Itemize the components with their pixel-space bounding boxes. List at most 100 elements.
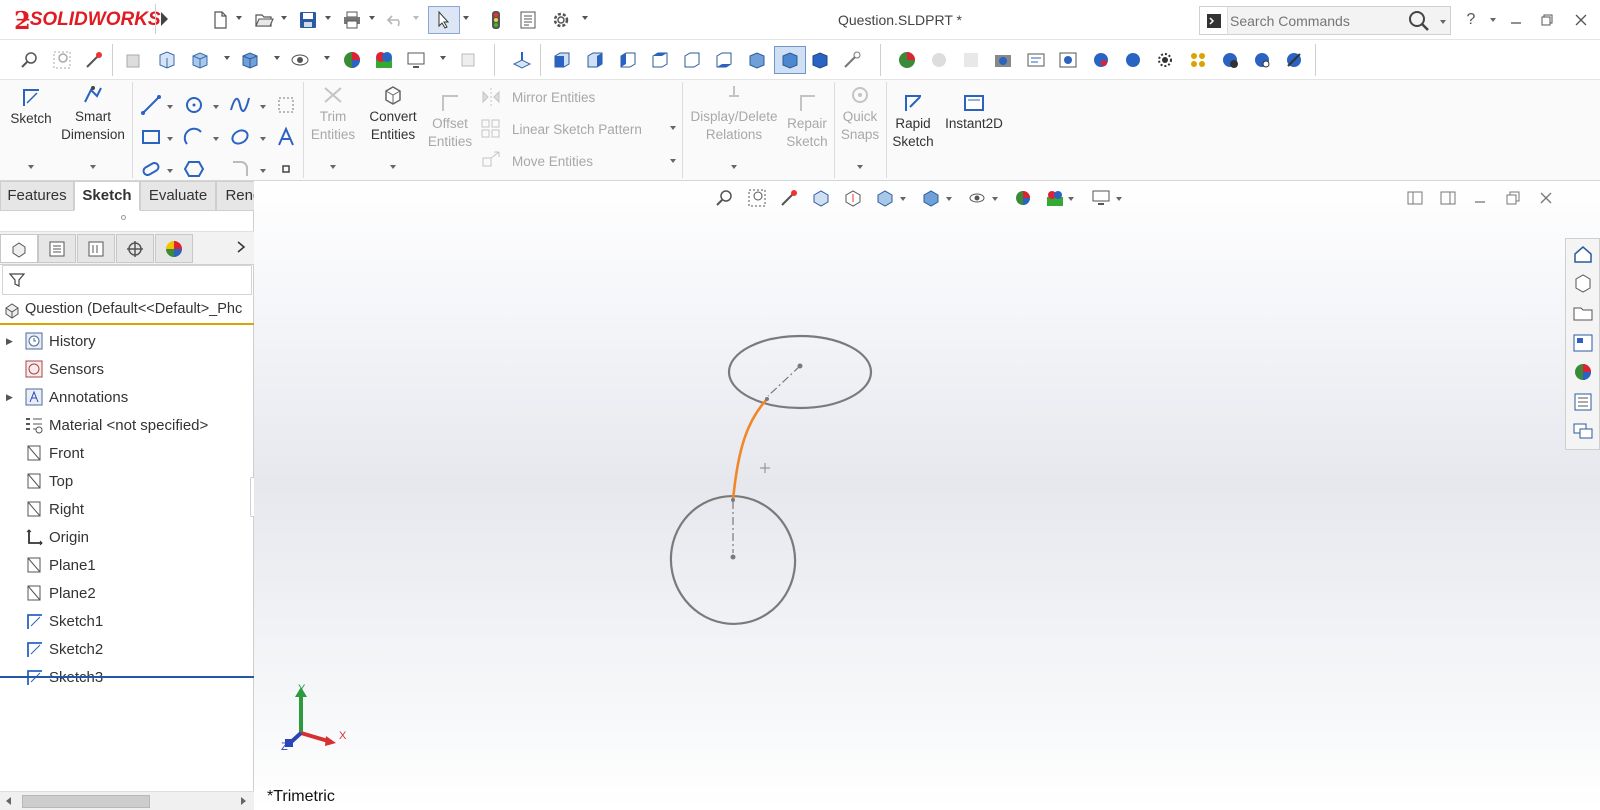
appearance-ball-icon[interactable]	[895, 48, 919, 72]
zoom-to-area-icon[interactable]	[50, 48, 74, 72]
text-icon[interactable]	[275, 126, 297, 148]
tab-evaluate[interactable]: Evaluate	[140, 181, 216, 211]
tree-node-sensors[interactable]: Sensors	[0, 355, 254, 383]
rectangle-dropdown-icon[interactable]	[167, 137, 173, 141]
view-orientation-icon[interactable]	[188, 48, 212, 72]
view-top-icon[interactable]	[680, 48, 704, 72]
apply-scene-icon[interactable]	[372, 48, 396, 72]
close-icon[interactable]	[1571, 10, 1591, 30]
lower-center-point[interactable]	[730, 554, 736, 560]
realview-icon[interactable]	[456, 48, 480, 72]
schedule-render-icon[interactable]	[1250, 48, 1274, 72]
render-region-icon[interactable]	[959, 48, 983, 72]
print-dropdown-icon[interactable]	[369, 16, 375, 20]
forum-icon[interactable]	[1572, 420, 1594, 442]
design-library-icon[interactable]	[1572, 272, 1594, 294]
smart-dimension-dropdown-icon[interactable]	[90, 165, 96, 169]
view-front-icon[interactable]	[550, 48, 574, 72]
select-dropdown-icon[interactable]	[463, 16, 469, 20]
panel-grip-icon[interactable]	[121, 215, 126, 220]
arc-dropdown-icon[interactable]	[213, 137, 219, 141]
options-dropdown-icon[interactable]	[582, 16, 588, 20]
tree-node-sketch2[interactable]: Sketch2	[0, 635, 254, 663]
expand-arrow-icon[interactable]: ▶	[6, 392, 18, 403]
view-palette-icon[interactable]	[1572, 332, 1594, 354]
arc-icon[interactable]	[183, 126, 205, 148]
property-manager-tab-icon[interactable]	[38, 234, 76, 263]
solidworks-logo[interactable]: ƻ SOLIDWORKS	[14, 4, 161, 36]
display-manager-tab-icon[interactable]	[155, 234, 193, 263]
offset-entities-button[interactable]: Offset Entities	[424, 91, 476, 151]
help-icon[interactable]: ?	[1461, 10, 1481, 30]
dimxpert-manager-tab-icon[interactable]	[116, 234, 154, 263]
save-icon[interactable]	[296, 8, 320, 32]
tab-features[interactable]: Features	[0, 181, 74, 211]
custom-properties-icon[interactable]	[1572, 391, 1594, 413]
dynamic-annotation-icon[interactable]	[155, 48, 179, 72]
move-entities-button[interactable]: Move Entities	[480, 150, 593, 172]
display-style-dropdown-icon[interactable]	[274, 56, 280, 60]
minimize-icon[interactable]	[1506, 10, 1526, 30]
upper-circle-sketch[interactable]	[727, 334, 873, 410]
camera-icon[interactable]	[1218, 48, 1242, 72]
view-right-icon[interactable]	[648, 48, 672, 72]
ellipse-dropdown-icon[interactable]	[260, 137, 266, 141]
tree-node-plane1[interactable]: Plane1	[0, 551, 254, 579]
panel-expand-arrow-icon[interactable]	[234, 240, 248, 254]
quick-snaps-button[interactable]: Quick Snaps	[836, 84, 884, 144]
section-view-icon[interactable]	[122, 48, 146, 72]
open-dropdown-icon[interactable]	[281, 16, 287, 20]
tree-node-annotations[interactable]: ▶ Annotations	[0, 383, 254, 411]
tree-node-history[interactable]: ▶ History	[0, 327, 254, 355]
line-dropdown-icon[interactable]	[167, 105, 173, 109]
fillet-dropdown-icon[interactable]	[260, 169, 266, 173]
polygon-icon[interactable]	[183, 158, 205, 180]
convert-entities-button[interactable]: Convert Entities	[360, 84, 426, 144]
line-icon[interactable]	[140, 94, 162, 116]
scroll-right-icon[interactable]	[238, 796, 248, 806]
search-commands-box[interactable]	[1199, 6, 1451, 35]
edit-decal-icon[interactable]	[1121, 48, 1145, 72]
upper-centerline[interactable]	[767, 365, 801, 397]
hide-show-icon[interactable]	[288, 48, 312, 72]
search-input[interactable]	[1230, 10, 1402, 31]
tree-node-origin[interactable]: Origin	[0, 523, 254, 551]
sketch-button[interactable]: Sketch	[6, 86, 56, 128]
view-settings-dropdown-icon[interactable]	[440, 56, 446, 60]
edit-scene-icon[interactable]	[1089, 48, 1113, 72]
search-icon[interactable]	[1407, 10, 1431, 32]
view-bottom-icon[interactable]	[712, 48, 736, 72]
scroll-thumb[interactable]	[22, 795, 150, 808]
new-dropdown-icon[interactable]	[236, 16, 242, 20]
search-dropdown-icon[interactable]	[1440, 20, 1446, 24]
rollback-bar[interactable]	[0, 676, 254, 678]
scroll-left-icon[interactable]	[4, 796, 14, 806]
graphics-area[interactable]: Y X Z	[254, 181, 1600, 810]
view-isometric-icon[interactable]	[745, 48, 769, 72]
upper-center-point[interactable]	[797, 363, 803, 369]
move-dropdown-icon[interactable]	[670, 159, 676, 163]
tree-node-sketch1[interactable]: Sketch1	[0, 607, 254, 635]
trim-entities-button[interactable]: Trim Entities	[310, 84, 356, 144]
selected-guide-curve[interactable]	[731, 398, 768, 501]
tree-node-front[interactable]: Front	[0, 439, 254, 467]
instant2d-button[interactable]: Instant2D	[938, 91, 1010, 133]
menu-expand-arrow-icon[interactable]	[157, 4, 171, 34]
circle-dropdown-icon[interactable]	[213, 105, 219, 109]
configuration-manager-tab-icon[interactable]	[77, 234, 115, 263]
view-orientation-dropdown-icon[interactable]	[224, 56, 230, 60]
panel-horizontal-scrollbar[interactable]	[0, 791, 254, 810]
tree-node-right[interactable]: Right	[0, 495, 254, 523]
convert-dropdown-icon[interactable]	[390, 165, 396, 169]
view-dimetric-icon[interactable]	[808, 48, 832, 72]
render-preview-icon[interactable]	[927, 48, 951, 72]
display-delete-relations-button[interactable]: Display/Delete Relations	[686, 84, 782, 144]
rebuild-traffic-light-icon[interactable]	[484, 8, 508, 32]
relations-dropdown-icon[interactable]	[731, 165, 737, 169]
appearances-scenes-icon[interactable]	[1572, 361, 1594, 383]
undo-dropdown-icon[interactable]	[413, 16, 419, 20]
command-prompt-icon[interactable]	[1200, 7, 1228, 34]
view-back-icon[interactable]	[583, 48, 607, 72]
trim-dropdown-icon[interactable]	[330, 165, 336, 169]
view-settings-icon[interactable]	[404, 48, 428, 72]
